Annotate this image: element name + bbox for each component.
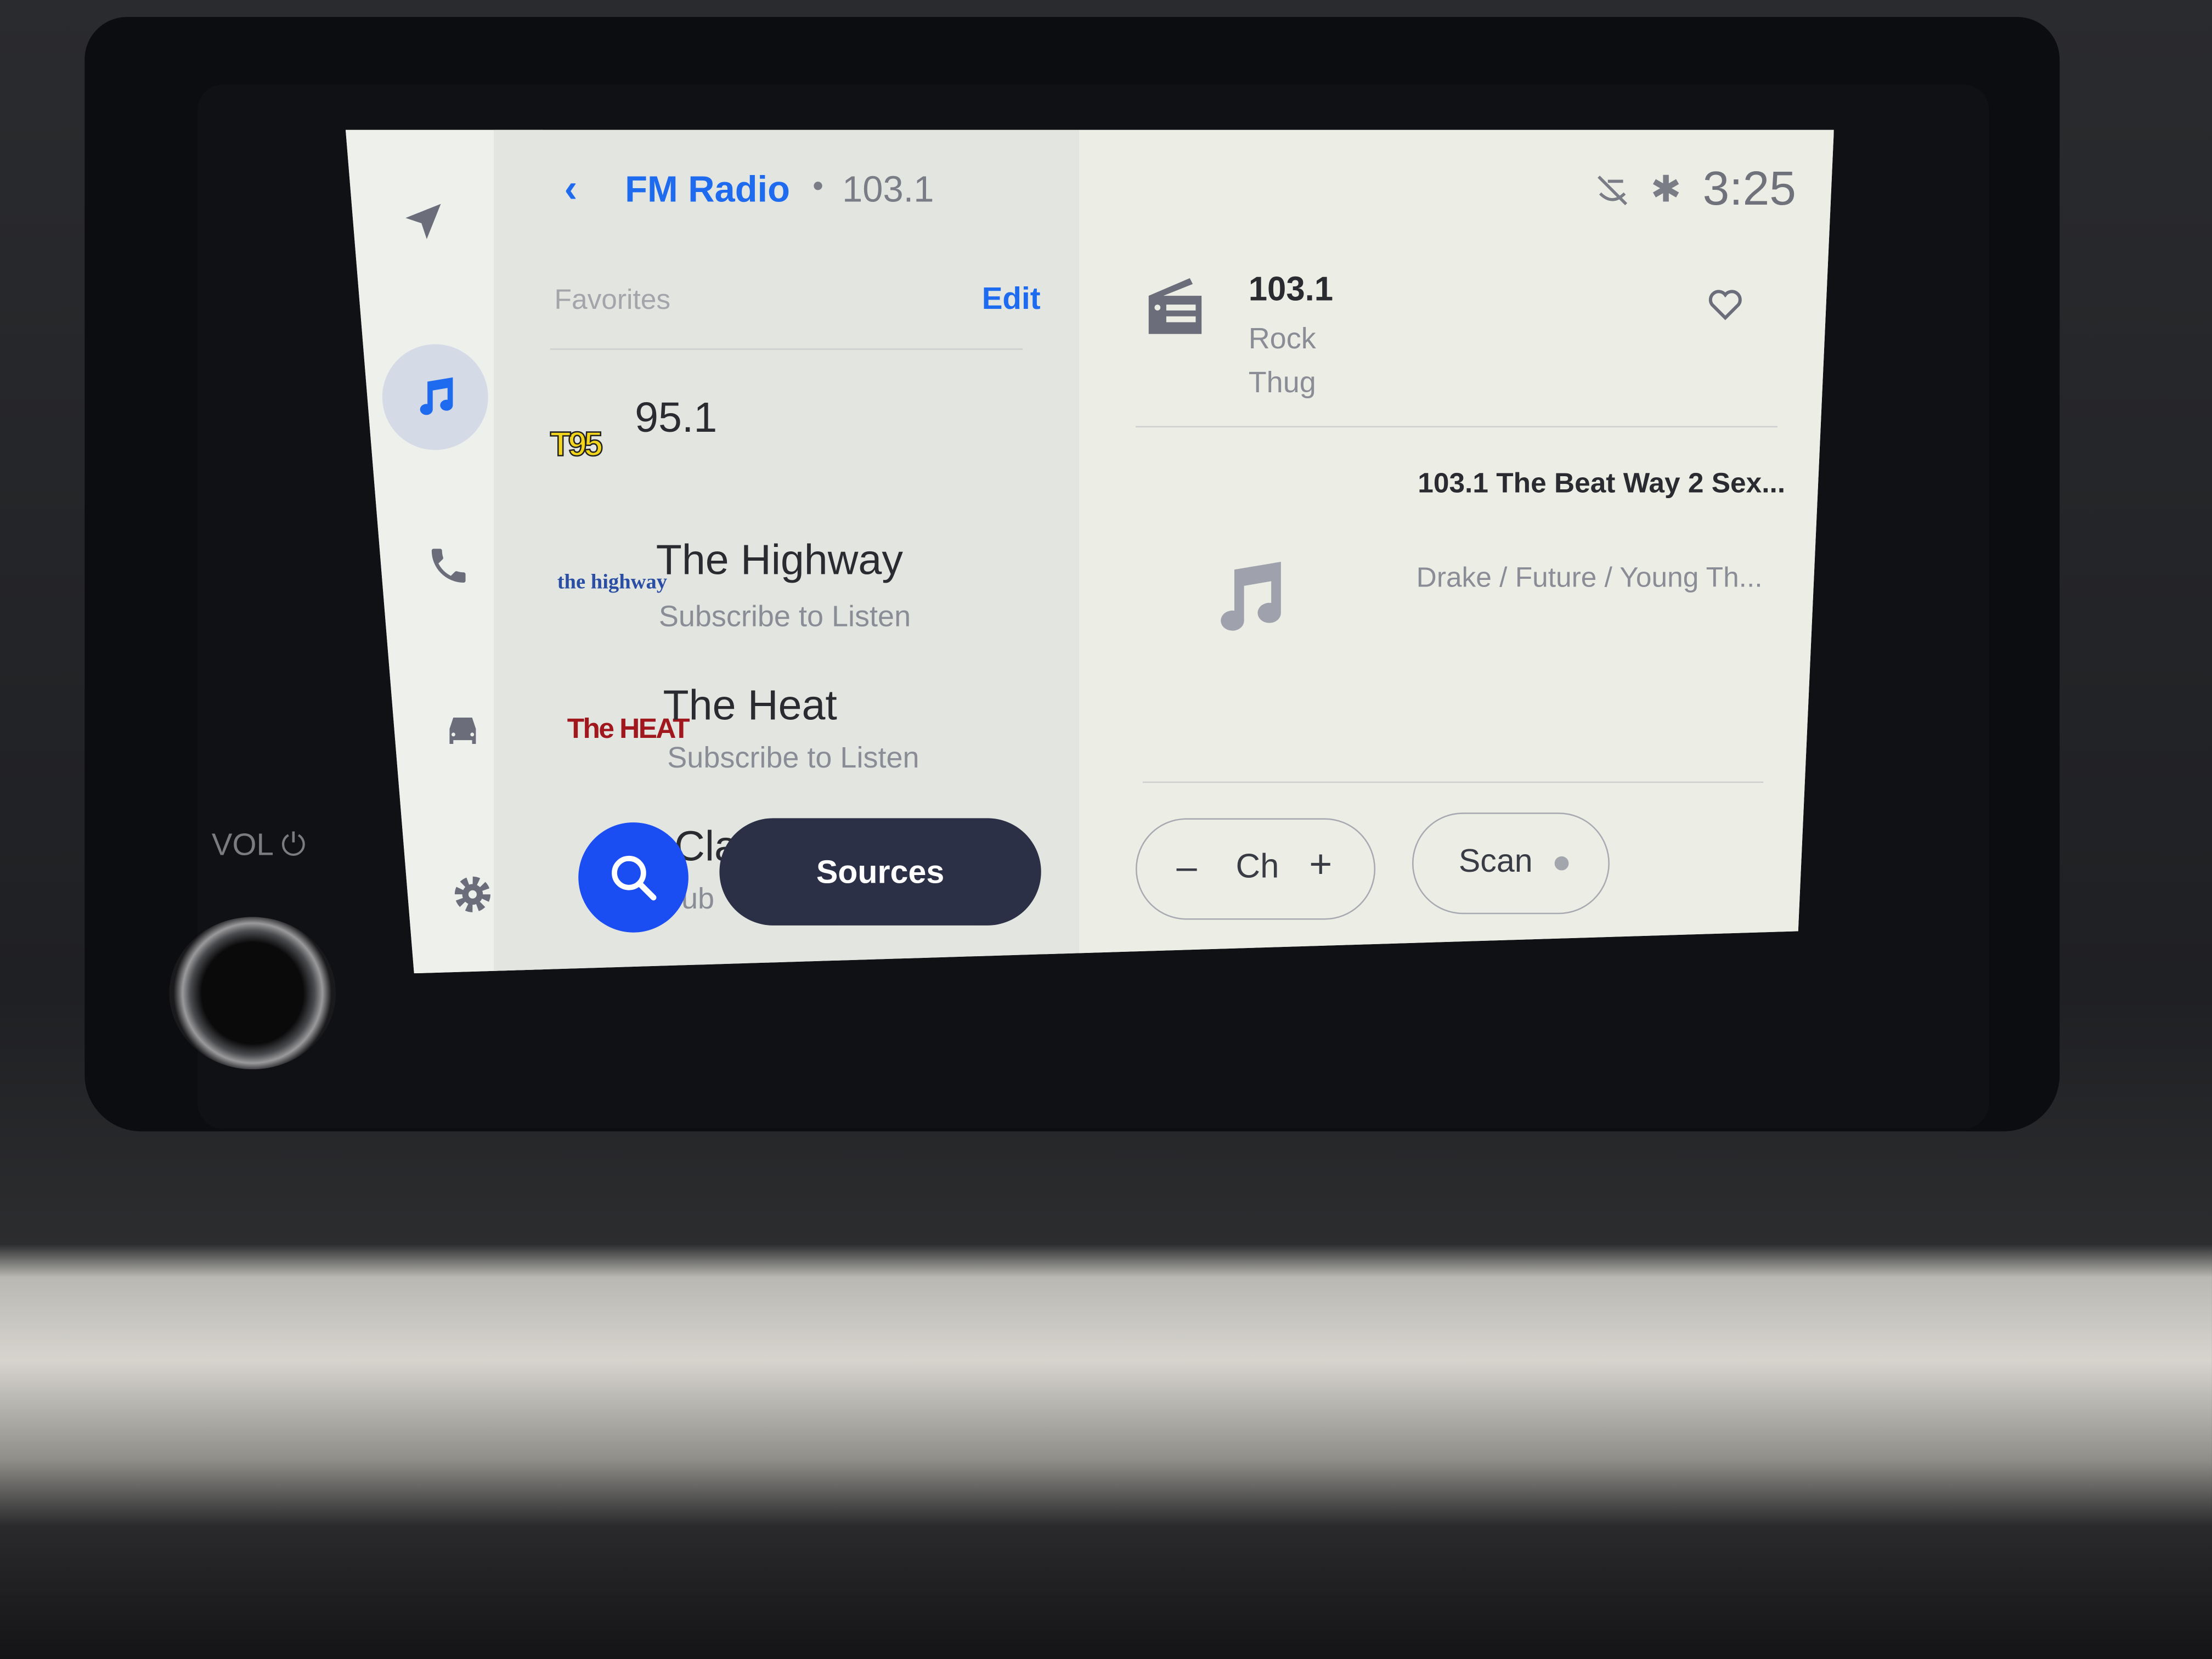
- page-title: FM Radio: [625, 167, 790, 211]
- radio-icon: [1148, 278, 1202, 334]
- station-name: Thug: [1248, 366, 1316, 399]
- bluetooth-icon: ✱: [1650, 167, 1681, 211]
- station-subtitle: Subscribe to Listen: [667, 742, 919, 775]
- phone-icon[interactable]: [426, 543, 471, 588]
- header-frequency: 103.1: [842, 167, 934, 211]
- infotainment-screen: ‹ FM Radio • 103.1 Favorites Edit T95 95…: [345, 129, 1834, 974]
- genre: Rock: [1248, 323, 1316, 356]
- favorite-item[interactable]: The HEAT The Heat Subscribe to Listen: [550, 677, 1030, 790]
- favorites-label: Favorites: [554, 285, 671, 316]
- music-note-icon: [420, 377, 453, 415]
- song-title: 103.1 The Beat Way 2 Sex...: [1418, 468, 1786, 500]
- current-frequency: 103.1: [1248, 270, 1334, 309]
- voice-muted-icon: [1598, 176, 1628, 206]
- favorites-panel: ‹ FM Radio • 103.1 Favorites Edit T95 95…: [493, 129, 1080, 974]
- channel-label: Ch: [1235, 848, 1279, 886]
- channel-down-button[interactable]: –: [1177, 845, 1197, 889]
- station-title: The Highway: [656, 537, 903, 584]
- scan-label: Scan: [1458, 842, 1533, 879]
- clock: 3:25: [1702, 162, 1796, 216]
- search-button[interactable]: [578, 822, 689, 933]
- station-logo-t95: T95: [550, 425, 604, 465]
- divider: [1142, 781, 1764, 783]
- scan-indicator: [1554, 856, 1569, 871]
- volume-label: VOL ⏻: [211, 826, 306, 862]
- sources-label: Sources: [816, 853, 945, 890]
- volume-knob[interactable]: [169, 917, 336, 1070]
- edit-button[interactable]: Edit: [982, 281, 1041, 318]
- gear-icon[interactable]: [450, 872, 495, 917]
- scan-button[interactable]: Scan: [1412, 812, 1610, 915]
- sidebar-item-music[interactable]: [382, 344, 488, 450]
- station-subtitle: Subscribe to Listen: [658, 601, 911, 634]
- music-note-icon: [1221, 562, 1281, 631]
- station-title: The Heat: [663, 682, 837, 730]
- divider: [1135, 426, 1778, 428]
- favorite-item[interactable]: T95 95.1: [550, 383, 1030, 496]
- heart-outline-icon[interactable]: [1704, 285, 1746, 324]
- sources-button[interactable]: Sources: [719, 818, 1041, 926]
- title-separator: •: [812, 167, 823, 204]
- artist: Drake / Future / Young Th...: [1416, 562, 1763, 594]
- navigation-arrow-icon[interactable]: [402, 200, 444, 242]
- station-logo-highway: the highway: [557, 571, 668, 594]
- channel-control: – Ch +: [1135, 818, 1376, 920]
- favorite-item[interactable]: the highway The Highway Subscribe to Lis…: [550, 532, 1030, 645]
- channel-up-button[interactable]: +: [1309, 842, 1332, 887]
- back-button[interactable]: ‹: [565, 166, 578, 211]
- search-icon: [612, 855, 657, 901]
- car-icon[interactable]: [439, 708, 487, 753]
- divider: [550, 348, 1023, 350]
- now-playing-panel: ✱ 3:25 103.1 Rock Thug 103.1 The Beat Wa…: [1079, 129, 1834, 974]
- station-title: 95.1: [635, 394, 718, 442]
